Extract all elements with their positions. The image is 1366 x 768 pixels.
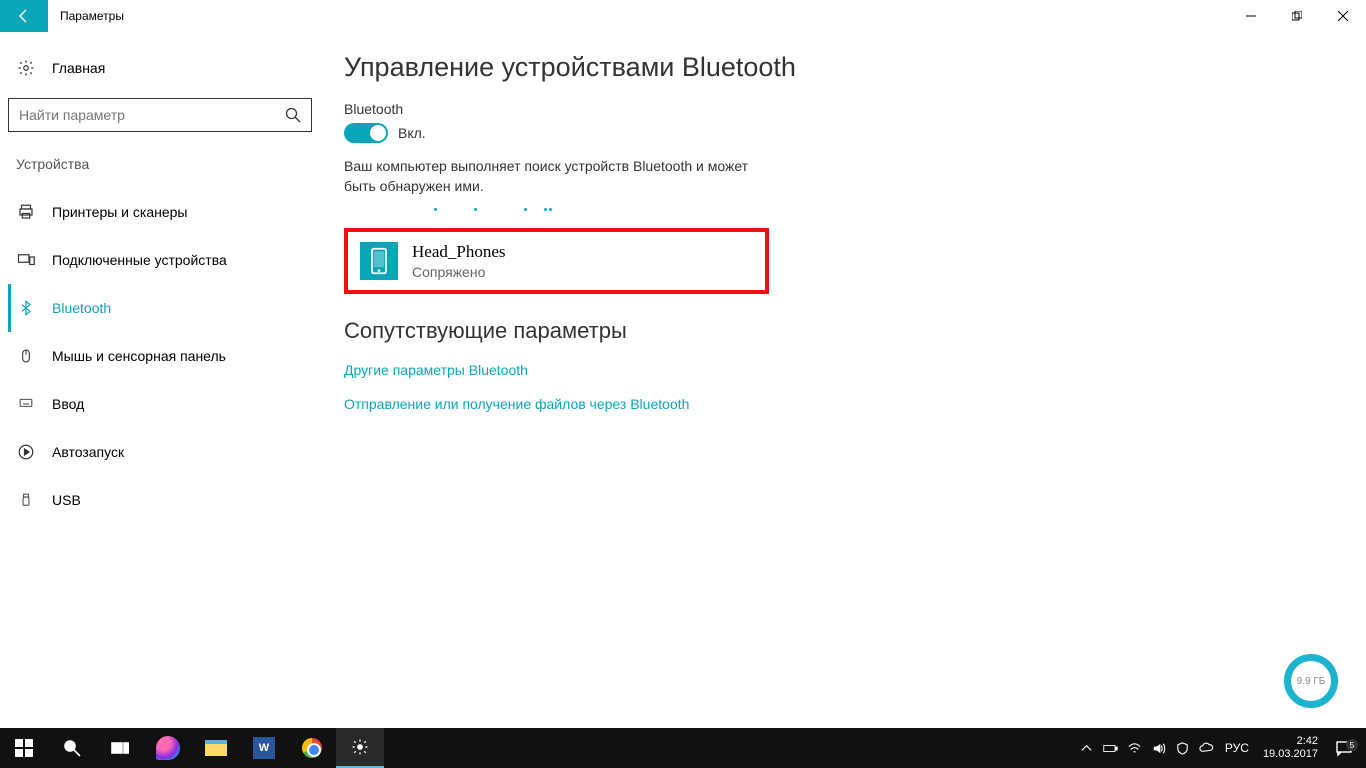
device-status: Сопряжено: [412, 264, 505, 280]
tray-volume-icon[interactable]: [1147, 728, 1171, 768]
sidebar-item-mouse[interactable]: Мышь и сенсорная панель: [8, 332, 312, 380]
sidebar-item-typing[interactable]: Ввод: [8, 380, 312, 428]
taskbar-app-paint[interactable]: [144, 728, 192, 768]
status-text: Ваш компьютер выполняет поиск устройств …: [344, 157, 774, 196]
tray-defender-icon[interactable]: [1171, 728, 1195, 768]
language-indicator[interactable]: РУС: [1225, 741, 1249, 755]
sidebar-item-printers[interactable]: Принтеры и сканеры: [8, 188, 312, 236]
notification-count: 5: [1346, 739, 1358, 751]
titlebar: Параметры: [0, 0, 1366, 32]
task-view-button[interactable]: [96, 728, 144, 768]
start-button[interactable]: [0, 728, 48, 768]
search-icon: [285, 107, 301, 123]
sidebar-item-bluetooth[interactable]: Bluetooth: [8, 284, 312, 332]
home-label: Главная: [52, 60, 105, 76]
sidebar-item-label: USB: [52, 492, 81, 508]
sidebar-item-label: Ввод: [52, 396, 84, 412]
taskbar-app-explorer[interactable]: [192, 728, 240, 768]
clock[interactable]: 2:42 19.03.2017: [1263, 735, 1318, 761]
bluetooth-toggle[interactable]: [344, 123, 388, 143]
sidebar-item-label: Bluetooth: [52, 300, 111, 316]
maximize-button[interactable]: [1274, 0, 1320, 32]
window-controls: [1228, 0, 1366, 32]
device-item[interactable]: Head_Phones Сопряжено: [344, 228, 769, 294]
bluetooth-icon: [16, 298, 36, 318]
sidebar-item-connected-devices[interactable]: Подключенные устройства: [8, 236, 312, 284]
usb-icon: [16, 490, 36, 510]
tray-onedrive-icon[interactable]: [1195, 728, 1219, 768]
clock-time: 2:42: [1263, 735, 1318, 748]
taskbar-app-settings[interactable]: [336, 728, 384, 768]
keyboard-icon: [16, 394, 36, 414]
section-title: Устройства: [8, 148, 312, 180]
printer-icon: [16, 202, 36, 222]
sidebar: Главная Устройства Принтеры и сканеры По…: [0, 32, 320, 728]
search-box[interactable]: [8, 98, 312, 132]
tray-wifi-icon[interactable]: [1123, 728, 1147, 768]
loading-indicator: [344, 204, 574, 216]
back-button[interactable]: [0, 0, 48, 32]
link-more-bluetooth-options[interactable]: Другие параметры Bluetooth: [344, 362, 1342, 378]
close-button[interactable]: [1320, 0, 1366, 32]
gear-icon: [16, 58, 36, 78]
mouse-icon: [16, 346, 36, 366]
page-title: Управление устройствами Bluetooth: [344, 52, 1342, 83]
toggle-label: Bluetooth: [344, 101, 1342, 117]
home-link[interactable]: Главная: [8, 50, 312, 86]
window-title: Параметры: [60, 9, 124, 23]
toggle-state: Вкл.: [398, 125, 426, 141]
devices-icon: [16, 250, 36, 270]
autoplay-icon: [16, 442, 36, 462]
search-button[interactable]: [48, 728, 96, 768]
action-center-button[interactable]: 5: [1326, 739, 1362, 757]
link-send-receive-files[interactable]: Отправление или получение файлов через B…: [344, 396, 1342, 412]
taskbar-app-chrome[interactable]: [288, 728, 336, 768]
system-tray: РУС 2:42 19.03.2017 5: [1075, 728, 1366, 768]
taskbar-app-word[interactable]: W: [240, 728, 288, 768]
phone-icon: [360, 242, 398, 280]
device-name: Head_Phones: [412, 242, 505, 262]
sidebar-item-usb[interactable]: USB: [8, 476, 312, 524]
minimize-button[interactable]: [1228, 0, 1274, 32]
sidebar-item-autoplay[interactable]: Автозапуск: [8, 428, 312, 476]
taskbar: W РУС 2:42 19.03.2017 5: [0, 728, 1366, 768]
sidebar-item-label: Автозапуск: [52, 444, 124, 460]
search-input[interactable]: [19, 107, 285, 123]
main-content: Управление устройствами Bluetooth Blueto…: [320, 32, 1366, 728]
sidebar-item-label: Подключенные устройства: [52, 252, 227, 268]
tray-battery-icon[interactable]: [1099, 728, 1123, 768]
related-heading: Сопутствующие параметры: [344, 318, 1342, 344]
clock-date: 19.03.2017: [1263, 748, 1318, 761]
tray-chevron-up-icon[interactable]: [1075, 728, 1099, 768]
sidebar-item-label: Принтеры и сканеры: [52, 204, 187, 220]
storage-badge-text: 9.9 ГБ: [1297, 676, 1326, 687]
sidebar-item-label: Мышь и сенсорная панель: [52, 348, 226, 364]
storage-badge[interactable]: 9.9 ГБ: [1284, 654, 1338, 708]
